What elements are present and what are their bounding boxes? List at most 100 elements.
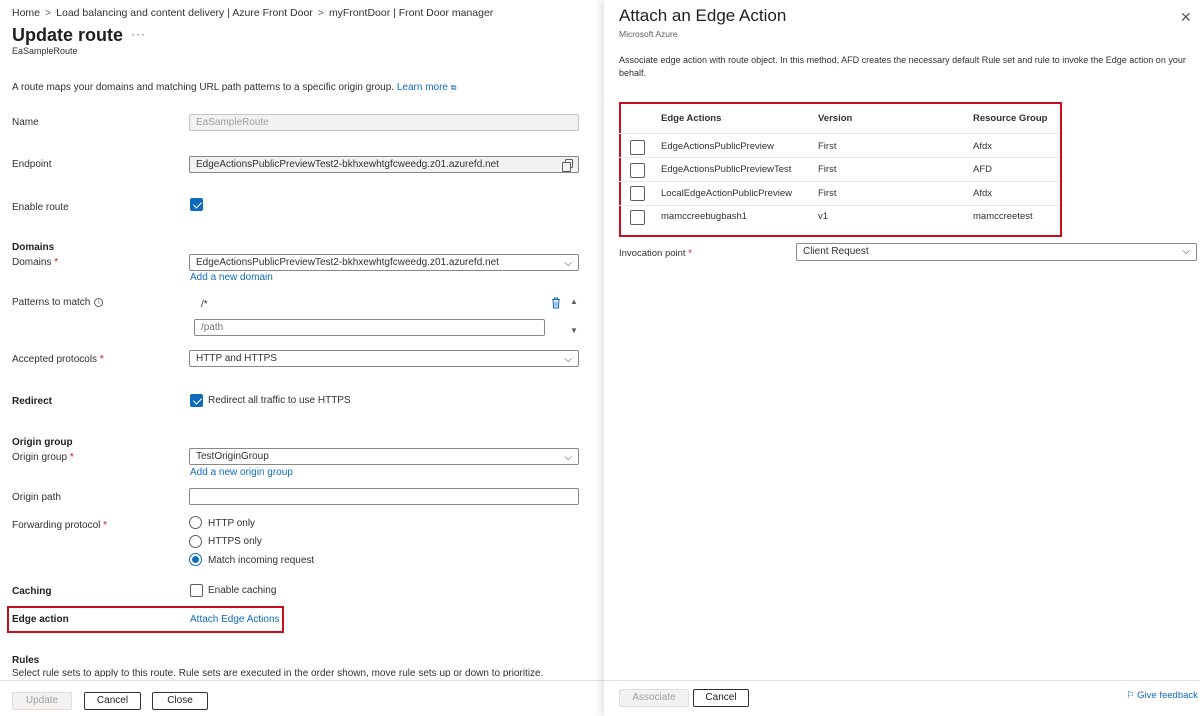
row-group: Afdx — [973, 188, 993, 199]
row-divider — [619, 157, 1059, 158]
close-icon[interactable]: ✕ — [1180, 9, 1192, 26]
scroll-down-icon[interactable]: ▼ — [570, 326, 578, 335]
origin-path-label: Origin path — [12, 492, 61, 503]
row-checkbox[interactable] — [630, 140, 645, 155]
redirect-https-checkbox[interactable] — [190, 394, 203, 407]
protocols-label-text: Accepted protocols — [12, 354, 98, 365]
copy-icon[interactable] — [562, 159, 573, 172]
give-feedback-link[interactable]: ⚐ Give feedback — [1126, 690, 1198, 701]
learn-more-label: Learn more — [396, 82, 448, 93]
panel-cancel-button[interactable]: Cancel — [693, 689, 749, 707]
rules-section-heading: Rules — [12, 655, 40, 666]
chevron-down-icon: ⌵ — [564, 354, 572, 365]
name-field: EaSampleRoute — [189, 114, 579, 131]
enable-caching-label: Enable caching — [208, 585, 277, 596]
panel-description: Associate edge action with route object.… — [619, 55, 1186, 78]
page-subtitle: EaSampleRoute — [12, 46, 78, 56]
patterns-label-text: Patterns to match — [12, 297, 91, 308]
attach-edge-action-pane: Attach an Edge Action Microsoft Azure ✕ … — [604, 0, 1200, 716]
update-route-pane: Home > Load balancing and content delivery… — [0, 0, 604, 716]
breadcrumb: Home > Load balancing and content delivery… — [12, 7, 494, 19]
domains-label-text: Domains — [12, 257, 52, 268]
chevron-down-icon: ⌵ — [1182, 246, 1190, 257]
enable-route-checkbox[interactable] — [190, 198, 203, 211]
more-options-button[interactable]: ··· — [131, 27, 146, 41]
name-label: Name — [12, 117, 39, 128]
protocols-dropdown[interactable]: HTTP and HTTPS ⌵ — [189, 350, 579, 367]
chevron-down-icon: ⌵ — [564, 258, 572, 269]
http-only-label: HTTP only — [208, 518, 256, 529]
match-incoming-label: Match incoming request — [208, 555, 315, 566]
invocation-label-text: Invocation point — [619, 248, 686, 259]
col-edge-actions[interactable]: Edge Actions — [661, 113, 721, 124]
panel-subtitle: Microsoft Azure — [619, 29, 678, 39]
breadcrumb-load-balancing[interactable]: Load balancing and content delivery | Az… — [56, 7, 313, 19]
https-only-label: HTTPS only — [208, 536, 262, 547]
row-checkbox[interactable] — [630, 163, 645, 178]
cancel-button[interactable]: Cancel — [84, 692, 141, 710]
row-group: AFD — [973, 164, 992, 175]
update-button[interactable]: Update — [12, 692, 72, 710]
learn-more-link[interactable]: Learn more ⧉ — [397, 82, 457, 93]
radio-match-incoming[interactable] — [189, 553, 202, 566]
row-version: First — [818, 141, 837, 152]
origin-group-label: Origin group * — [12, 452, 74, 463]
delete-icon[interactable] — [551, 297, 561, 309]
domains-section-heading: Domains — [12, 242, 55, 253]
invocation-point-label: Invocation point * — [619, 248, 692, 259]
breadcrumb-front-door-manager[interactable]: myFrontDoor | Front Door manager — [329, 7, 493, 19]
breadcrumb-home[interactable]: Home — [12, 7, 40, 19]
chevron-down-icon: ⌵ — [564, 452, 572, 463]
endpoint-value: EdgeActionsPublicPreviewTest2-bkhxewhtgf… — [196, 159, 499, 170]
add-domain-link[interactable]: Add a new domain — [190, 272, 273, 283]
attach-edge-actions-link[interactable]: Attach Edge Actions — [190, 614, 280, 625]
enable-caching-checkbox[interactable] — [190, 584, 203, 597]
row-divider — [619, 181, 1059, 182]
origin-group-dropdown[interactable]: TestOriginGroup ⌵ — [189, 448, 579, 465]
redirect-section-heading: Redirect — [12, 396, 53, 407]
origin-path-input[interactable] — [189, 488, 579, 505]
pattern-input[interactable] — [194, 319, 545, 336]
feedback-label: Give feedback — [1137, 690, 1198, 701]
row-version: First — [818, 164, 837, 175]
add-origin-group-link[interactable]: Add a new origin group — [190, 467, 293, 478]
panel-title: Attach an Edge Action — [619, 6, 787, 25]
row-group: mamccreetest — [973, 211, 1033, 222]
domains-value: EdgeActionsPublicPreviewTest2-bkhxewhtgf… — [196, 257, 499, 268]
domains-dropdown[interactable]: EdgeActionsPublicPreviewTest2-bkhxewhtgf… — [189, 254, 579, 271]
forwarding-label-text: Forwarding protocol — [12, 520, 101, 531]
page-title: Update route — [12, 25, 124, 45]
row-checkbox[interactable] — [630, 186, 645, 201]
origin-group-value: TestOriginGroup — [196, 451, 269, 462]
rules-description: Select rule sets to apply to this route.… — [12, 668, 544, 677]
pattern-item: /* — [201, 299, 208, 310]
radio-http-only[interactable] — [189, 516, 202, 529]
panel-footer-divider — [604, 680, 1200, 681]
col-resource-group[interactable]: Resource Group — [973, 113, 1047, 124]
associate-button[interactable]: Associate — [619, 689, 689, 707]
row-version: v1 — [818, 211, 829, 222]
invocation-point-dropdown[interactable]: Client Request ⌵ — [796, 243, 1197, 261]
intro-text: A route maps your domains and matching U… — [12, 82, 456, 93]
info-icon[interactable]: i — [94, 297, 104, 307]
patterns-label: Patterns to match i — [12, 297, 104, 308]
row-divider — [619, 205, 1059, 206]
col-version[interactable]: Version — [818, 113, 852, 124]
domains-label: Domains * — [12, 257, 59, 268]
intro-description: A route maps your domains and matching U… — [12, 82, 395, 93]
redirect-https-label: Redirect all traffic to use HTTPS — [208, 395, 351, 406]
caching-section-heading: Caching — [12, 586, 52, 597]
row-group: Afdx — [973, 141, 993, 152]
invocation-point-value: Client Request — [803, 246, 869, 257]
scroll-up-icon[interactable]: ▲ — [570, 297, 578, 306]
radio-https-only[interactable] — [189, 535, 202, 548]
row-name: EdgeActionsPublicPreviewTest — [661, 164, 792, 175]
external-link-icon: ⧉ — [450, 83, 457, 92]
feedback-icon: ⚐ — [1126, 690, 1135, 701]
protocols-value: HTTP and HTTPS — [196, 353, 277, 364]
row-checkbox[interactable] — [630, 210, 645, 225]
close-button[interactable]: Close — [152, 692, 208, 710]
origin-section-heading: Origin group — [12, 437, 73, 448]
origin-label-text: Origin group — [12, 452, 68, 463]
header-divider — [619, 133, 1059, 134]
